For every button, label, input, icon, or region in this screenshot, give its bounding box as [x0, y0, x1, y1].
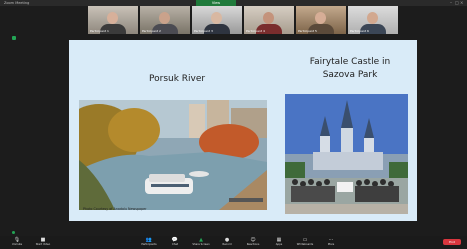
- participant-tile[interactable]: Participant 2: [140, 6, 190, 34]
- participant-name: Participant 3: [194, 29, 213, 33]
- whiteboards-button[interactable]: ▭ Whiteboards: [296, 237, 314, 248]
- participant-tile[interactable]: Participant 3: [192, 6, 242, 34]
- participant-tile[interactable]: Participant 4: [244, 6, 294, 34]
- unmute-button[interactable]: 🎙 Unmute: [8, 237, 26, 248]
- photo-credit: Photo Courtesy of Anadolu Newspaper: [83, 207, 147, 211]
- participant-tile[interactable]: Participant 5: [296, 6, 346, 34]
- participants-button[interactable]: 👥 Participants: [140, 237, 158, 248]
- participant-name: Participant 5: [298, 29, 317, 33]
- more-button[interactable]: ⋯ More: [322, 237, 340, 248]
- end-meeting-button[interactable]: End: [443, 239, 461, 245]
- avatar: [159, 12, 170, 24]
- share-screen-button[interactable]: ▲ Share Screen: [192, 237, 210, 248]
- apps-button[interactable]: ▦ Apps: [270, 237, 288, 248]
- avatar: [315, 12, 326, 24]
- participant-name: Participant 6: [350, 29, 369, 33]
- status-indicator: [12, 36, 16, 40]
- reactions-button[interactable]: ☺ Reactions: [244, 237, 262, 248]
- meeting-toolbar: 🎙 Unmute ■ Start Video 👥 Participants 💬 …: [0, 236, 467, 249]
- window-title: Zoom Meeting: [4, 1, 30, 5]
- slide-title-right: Fairytale Castle in Sazova Park: [309, 57, 391, 80]
- record-button[interactable]: ● Record: [218, 237, 236, 248]
- castle-photo: [285, 94, 408, 214]
- avatar: [211, 12, 222, 24]
- slide-title-left: Porsuk River: [149, 74, 206, 84]
- participant-strip: Participant 1 Participant 2 Participant …: [88, 6, 398, 34]
- participant-tile[interactable]: Participant 6: [348, 6, 398, 34]
- avatar: [263, 12, 274, 24]
- avatar: [107, 12, 118, 24]
- start-video-button[interactable]: ■ Start Video: [34, 237, 52, 248]
- avatar: [367, 12, 378, 24]
- participant-name: Participant 1: [90, 29, 109, 33]
- participant-tile[interactable]: Participant 1: [88, 6, 138, 34]
- porsuk-river-photo: [79, 100, 267, 210]
- microphone-status-icon: [12, 231, 15, 234]
- minimize-icon[interactable]: –: [450, 1, 453, 5]
- shared-slide: Porsuk River Fairytale Castle in Sazova …: [69, 40, 417, 221]
- close-icon[interactable]: ×: [460, 1, 463, 5]
- participant-name: Participant 2: [142, 29, 161, 33]
- participant-name: Participant 4: [246, 29, 265, 33]
- chat-button[interactable]: 💬 Chat: [166, 237, 184, 248]
- maximize-icon[interactable]: □: [455, 1, 459, 5]
